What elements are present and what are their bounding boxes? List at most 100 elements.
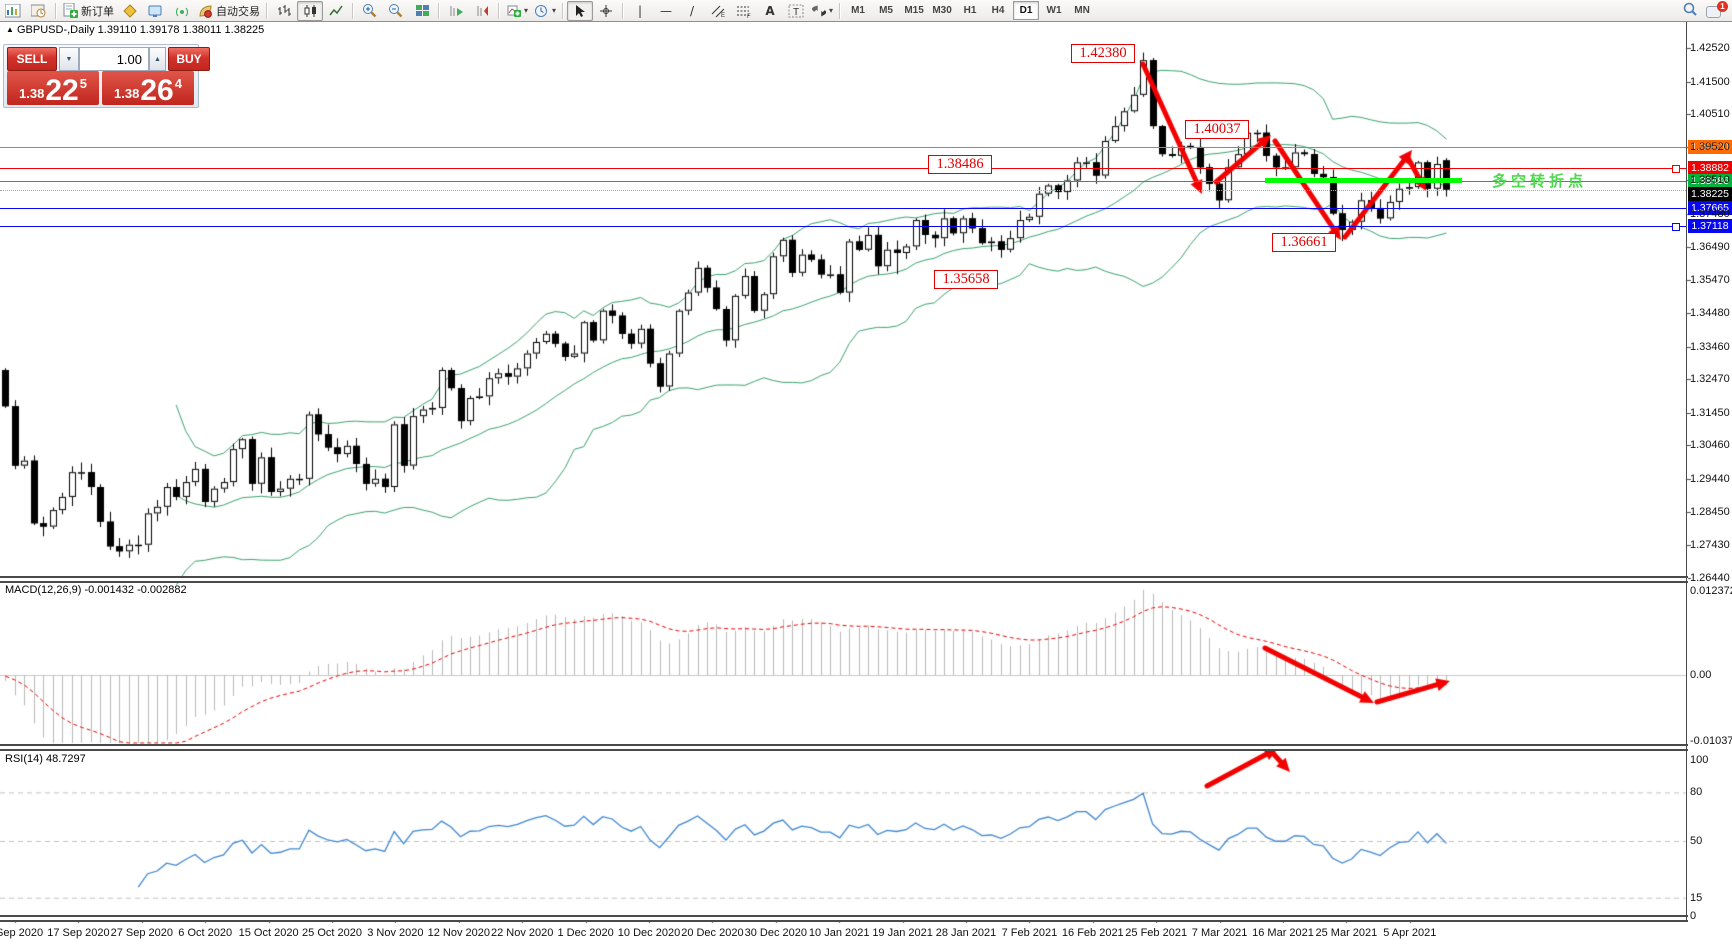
date-axis-label: 22 Nov 2020 [491, 927, 553, 939]
buy-price-small: 1.38 [114, 86, 139, 101]
channel-tool-button[interactable]: E [705, 1, 731, 21]
autotrade-label: 自动交易 [216, 3, 260, 19]
ohlc-close: 1.38225 [225, 24, 265, 36]
text-tool-button[interactable]: A [757, 1, 783, 21]
market-watch-icon [148, 4, 164, 18]
clock-icon [534, 4, 549, 18]
chart-window: ▲ GBPUSD-,Daily 1.39110 1.39178 1.38011 … [0, 22, 1732, 945]
new-order-button[interactable]: 新订单 [60, 1, 117, 21]
zoom-in-icon [362, 3, 378, 18]
timeframe-h4[interactable]: H4 [985, 1, 1011, 20]
line-chart-icon [329, 4, 344, 18]
hline-1.38225[interactable] [0, 190, 1686, 191]
buy-price-box[interactable]: 1.38 26 4 [102, 71, 194, 105]
profiles-icon [31, 4, 47, 18]
hline-handle-1.37118[interactable] [1672, 223, 1680, 231]
date-axis-label: 12 Nov 2020 [428, 927, 490, 939]
macd-pane-separator[interactable] [0, 576, 1688, 583]
collapse-arrow-icon[interactable]: ▲ [6, 25, 14, 34]
bar-chart-button[interactable] [271, 1, 297, 21]
volume-down-button[interactable]: ▼ [59, 47, 79, 71]
notifications-button[interactable]: 1 [1706, 3, 1726, 19]
notification-badge: 1 [1717, 1, 1728, 12]
price-callout-1.38486[interactable]: 1.38486 [928, 155, 992, 174]
price-callout-1.40037[interactable]: 1.40037 [1185, 120, 1249, 139]
fibonacci-tool-button[interactable]: F [731, 1, 757, 21]
zoom-in-button[interactable] [357, 1, 383, 21]
timeframe-group: M1M5M15M30H1H4D1W1MN [844, 1, 1096, 20]
support-line-thick[interactable] [1265, 178, 1462, 183]
period-button[interactable]: ▾ [531, 1, 559, 21]
candle-chart-icon [303, 4, 318, 18]
chart-list-icon [123, 4, 138, 18]
sell-button[interactable]: SELL [7, 47, 57, 71]
timeframe-w1[interactable]: W1 [1041, 1, 1067, 20]
search-icon[interactable] [1682, 1, 1698, 20]
rsi-axis-label-80: 80 [1690, 786, 1702, 798]
price-callout-1.42380[interactable]: 1.42380 [1071, 44, 1135, 63]
period-caret-icon: ▾ [552, 6, 556, 15]
chart-list-button[interactable] [117, 1, 143, 21]
sell-price-big: 22 [45, 78, 78, 104]
price-axis-label-1.34480: 1.34480 [1690, 307, 1730, 319]
buy-button[interactable]: BUY [168, 47, 210, 71]
sell-price-box[interactable]: 1.38 22 5 [7, 71, 99, 105]
autotrade-button[interactable]: 自动交易 [195, 1, 263, 21]
arrows-tool-button[interactable]: ▾ [809, 1, 836, 21]
hline-1.37118[interactable] [0, 226, 1686, 227]
timeframe-d1[interactable]: D1 [1013, 1, 1039, 20]
hline-1.39520[interactable] [0, 147, 1686, 148]
profiles-button[interactable] [26, 1, 52, 21]
timeframe-m15[interactable]: M15 [901, 1, 927, 20]
hline-handle-1.38882[interactable] [1672, 165, 1680, 173]
hline-1.37665[interactable] [0, 208, 1686, 209]
chart-shift-button[interactable] [469, 1, 495, 21]
macd-axis-label-0.00: 0.00 [1690, 669, 1711, 681]
date-axis-label: 28 Jan 2021 [936, 927, 997, 939]
tile-windows-button[interactable] [409, 1, 435, 21]
cursor-button[interactable] [567, 1, 593, 21]
timeframe-m5[interactable]: M5 [873, 1, 899, 20]
mt4-window: { "toolbar": { "new_order": "新订单", "auto… [0, 0, 1732, 945]
hline-tool-button[interactable]: — [653, 1, 679, 21]
rsi-pane-separator[interactable] [0, 744, 1688, 751]
date-axis-label: 16 Feb 2021 [1062, 927, 1124, 939]
date-axis-label: 25 Oct 2020 [302, 927, 362, 939]
auto-scroll-button[interactable] [443, 1, 469, 21]
volume-input[interactable] [79, 47, 149, 71]
market-watch-button[interactable] [143, 1, 169, 21]
price-axis-label-1.31450: 1.31450 [1690, 407, 1730, 419]
volume-up-button[interactable]: ▲ [149, 47, 166, 71]
crosshair-button[interactable] [593, 1, 619, 21]
add-indicator-button[interactable]: ▾ [503, 1, 531, 21]
indicator-caret-icon: ▾ [524, 6, 528, 15]
add-indicator-icon [506, 4, 521, 18]
price-axis-label-1.27430: 1.27430 [1690, 539, 1730, 551]
new-chart-button[interactable] [0, 1, 26, 21]
label-tool-button[interactable]: T [783, 1, 809, 21]
zoom-out-button[interactable] [383, 1, 409, 21]
price-callout-1.35658[interactable]: 1.35658 [934, 270, 998, 289]
price-badge-1.37118: 1.37118 [1688, 219, 1732, 233]
trend-note-text[interactable]: 多空转折点 [1492, 170, 1587, 191]
date-axis-label: 3 Nov 2020 [367, 927, 423, 939]
vline-tool-button[interactable]: | [627, 1, 653, 21]
new-order-icon [63, 3, 78, 18]
candle-chart-button[interactable] [297, 1, 323, 21]
fibonacci-icon: F [736, 4, 752, 18]
date-axis-label: 5 Apr 2021 [1383, 927, 1436, 939]
line-chart-button[interactable] [323, 1, 349, 21]
date-axis-label: 30 Dec 2020 [745, 927, 807, 939]
date-axis-label: 15 Oct 2020 [239, 927, 299, 939]
timeframe-m1[interactable]: M1 [845, 1, 871, 20]
auto-scroll-icon [449, 4, 464, 18]
timeframe-h1[interactable]: H1 [957, 1, 983, 20]
symbol-ohlc-line[interactable]: ▲ GBPUSD-,Daily 1.39110 1.39178 1.38011 … [6, 24, 264, 36]
signals-button[interactable] [169, 1, 195, 21]
trendline-tool-button[interactable]: / [679, 1, 705, 21]
price-callout-1.36661[interactable]: 1.36661 [1272, 233, 1336, 252]
timeframe-mn[interactable]: MN [1069, 1, 1095, 20]
hline-1.38882[interactable] [0, 168, 1686, 169]
timeframe-m30[interactable]: M30 [929, 1, 955, 20]
chart-canvas[interactable] [0, 22, 1732, 945]
